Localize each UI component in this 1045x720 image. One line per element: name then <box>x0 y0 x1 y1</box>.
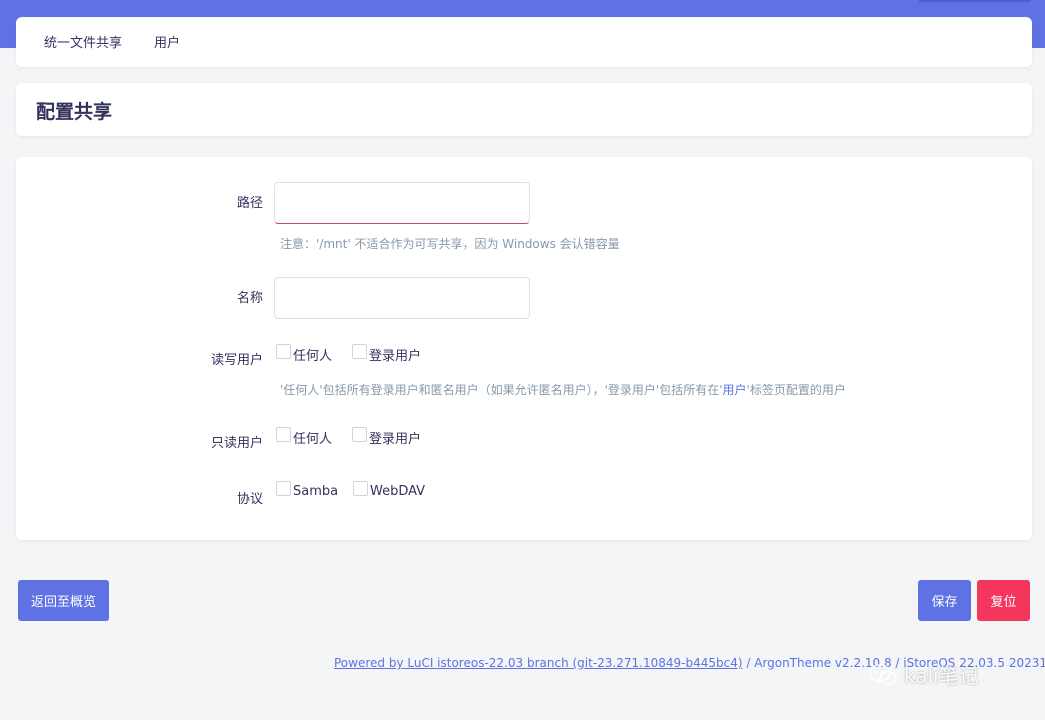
tab-unified-file-share[interactable]: 统一文件共享 <box>44 32 122 51</box>
ro-users-label: 只读用户 <box>210 436 263 451</box>
path-hint: 注意：'/mnt' 不适合作为可写共享，因为 Windows 会认错容量 <box>280 237 620 251</box>
name-input[interactable] <box>274 277 530 319</box>
samba-checkbox[interactable]: Samba <box>276 481 339 499</box>
path-input[interactable] <box>274 182 530 224</box>
header-tab-indicator <box>919 0 1031 2</box>
watermark-text: kali笔记 <box>904 664 979 688</box>
ro-anyone-checkbox[interactable]: 任何人 <box>276 427 333 447</box>
reset-button[interactable]: 复位 <box>977 580 1030 621</box>
tabs-card: 统一文件共享 用户 <box>16 17 1032 67</box>
name-label: 名称 <box>236 291 263 306</box>
page-title: 配置共享 <box>36 101 113 123</box>
checkbox-box[interactable] <box>276 427 291 442</box>
checkbox-box[interactable] <box>352 344 367 359</box>
checkbox-box[interactable] <box>352 427 367 442</box>
title-card: 配置共享 <box>16 83 1032 136</box>
save-button[interactable]: 保存 <box>918 580 971 621</box>
path-label: 路径 <box>236 196 263 211</box>
hint-text: '标签页配置的用户 <box>746 383 846 397</box>
checkbox-label: 任何人 <box>293 349 333 364</box>
rw-users-label: 读写用户 <box>210 353 263 368</box>
checkbox-label: 任何人 <box>293 432 333 447</box>
checkbox-box[interactable] <box>276 481 291 496</box>
webdav-checkbox[interactable]: WebDAV <box>353 481 426 499</box>
checkbox-label: WebDAV <box>370 484 426 499</box>
ro-logged-in-checkbox[interactable]: 登录用户 <box>352 427 422 447</box>
watermark: kali笔记 <box>868 660 979 689</box>
users-tab-link[interactable]: 用户 <box>723 383 747 397</box>
checkbox-label: 登录用户 <box>369 432 422 447</box>
checkbox-label: Samba <box>293 484 339 499</box>
wechat-icon <box>869 663 897 685</box>
protocol-label: 协议 <box>236 492 263 507</box>
checkbox-label: 登录用户 <box>369 349 422 364</box>
rw-logged-in-checkbox[interactable]: 登录用户 <box>352 344 422 364</box>
rw-users-hint: '任何人'包括所有登录用户和匿名用户（如果允许匿名用户），'登录用户'包括所有在… <box>280 381 846 398</box>
back-to-overview-button[interactable]: 返回至概览 <box>18 580 109 621</box>
checkbox-box[interactable] <box>276 344 291 359</box>
share-config-form: 路径 注意：'/mnt' 不适合作为可写共享，因为 Windows 会认错容量 … <box>16 157 1032 540</box>
hint-text: '任何人'包括所有登录用户和匿名用户（如果允许匿名用户），'登录用户'包括所有在… <box>280 383 723 397</box>
luci-link[interactable]: Powered by LuCI istoreos-22.03 branch (g… <box>334 656 743 670</box>
checkbox-box[interactable] <box>353 481 368 496</box>
tab-users[interactable]: 用户 <box>154 32 180 51</box>
rw-anyone-checkbox[interactable]: 任何人 <box>276 344 333 364</box>
